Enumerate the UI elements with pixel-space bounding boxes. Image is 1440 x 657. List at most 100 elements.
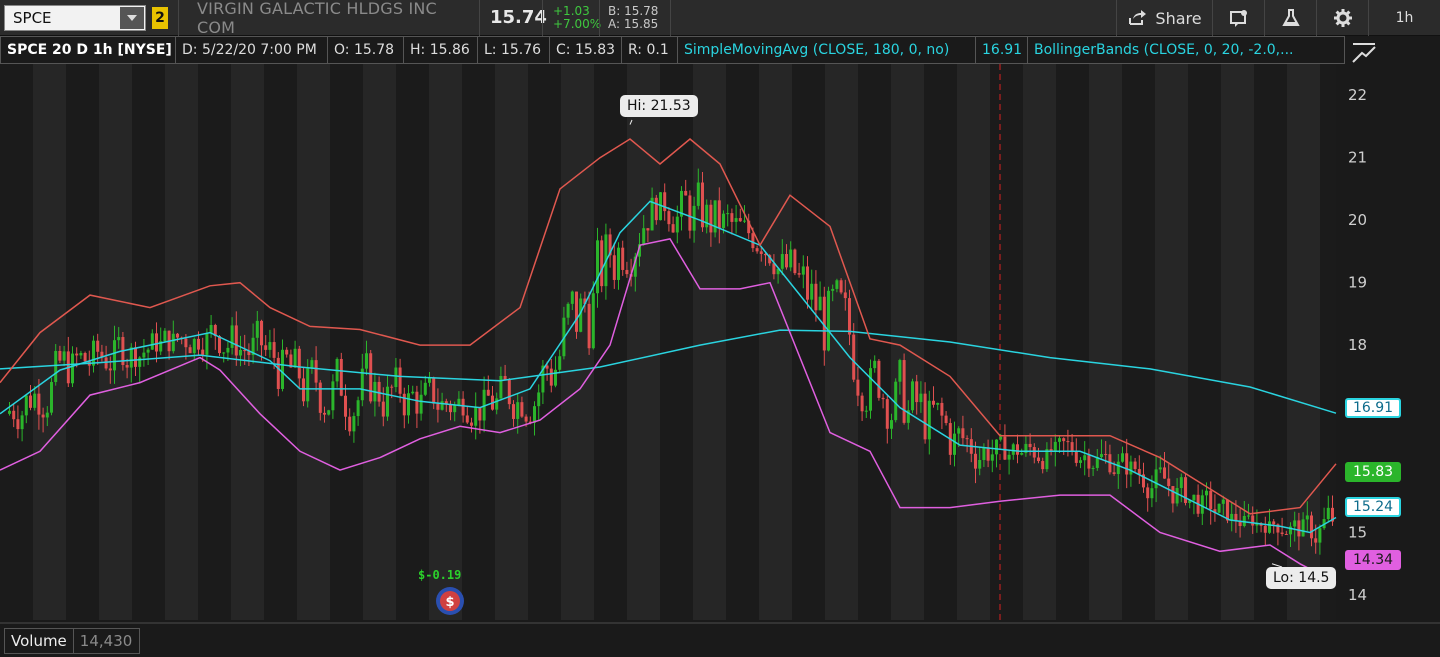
candle-body <box>390 386 394 388</box>
candle-body <box>1217 503 1221 513</box>
candle-body <box>625 269 629 275</box>
candle-body <box>520 402 524 417</box>
candle-body <box>1066 441 1070 443</box>
candle-body <box>1192 494 1196 501</box>
sma-study-value: 16.91 <box>976 36 1028 64</box>
candle-body <box>33 393 37 408</box>
candle-body <box>999 436 1003 440</box>
price-chart[interactable]: 2221201918161514 16.91 15.83 15.24 14.34… <box>0 64 1440 620</box>
ask-price: A: 15.85 <box>608 16 659 31</box>
candle-body <box>898 360 902 382</box>
candle-body <box>398 367 402 394</box>
candle-body <box>873 360 877 369</box>
candle-body <box>537 392 541 407</box>
candle-body <box>1247 515 1250 517</box>
candle-body <box>37 393 41 415</box>
settings-button[interactable] <box>1316 0 1368 36</box>
candle-body <box>192 338 196 354</box>
price-tick-label: 15 <box>1348 524 1367 542</box>
candle-body <box>818 296 822 311</box>
dividend-icon[interactable]: $ <box>432 585 468 617</box>
candle-body <box>302 378 305 402</box>
candle-body <box>743 220 746 222</box>
candle-body <box>54 350 58 383</box>
session-stripe <box>660 64 693 620</box>
link-group-badge[interactable]: 2 <box>152 6 168 29</box>
candle-body <box>923 393 927 440</box>
session-stripe <box>726 64 759 620</box>
candle-body <box>890 420 893 429</box>
candle-body <box>835 280 839 289</box>
bollinger-study-label[interactable]: BollingerBands (CLOSE, 0, 20, -2.0,... <box>1028 36 1345 64</box>
candle-body <box>386 386 389 417</box>
candle-body <box>1070 442 1074 452</box>
candle-body <box>226 347 230 353</box>
candle-body <box>995 439 998 455</box>
candle-body <box>793 249 797 274</box>
candle-body <box>184 338 188 348</box>
candle-body <box>8 410 11 414</box>
candle-body <box>554 369 557 386</box>
candle-body <box>654 197 658 221</box>
candle-body <box>797 273 801 275</box>
low-marker-bubble: Lo: 14.5 <box>1266 567 1337 589</box>
candle-body <box>260 320 263 346</box>
candle-body <box>205 333 209 355</box>
drawing-tool-icon[interactable] <box>1350 38 1378 66</box>
candle-body <box>612 255 616 280</box>
candle-body <box>587 303 591 349</box>
candle-body <box>79 352 83 356</box>
candle-body <box>268 342 272 350</box>
candle-body <box>1053 441 1057 452</box>
candle-body <box>709 204 713 233</box>
candle-body <box>1087 455 1091 469</box>
candle-body <box>570 291 574 304</box>
candle-body <box>684 190 688 196</box>
sma-study-label[interactable]: SimpleMovingAvg (CLOSE, 180, 0, no) <box>678 36 976 64</box>
svg-text:$: $ <box>445 595 454 610</box>
last-price: 15.74 <box>490 7 547 28</box>
session-stripe <box>297 64 330 620</box>
session-stripe <box>462 64 495 620</box>
candle-body <box>1146 487 1150 499</box>
share-button[interactable]: Share <box>1116 0 1212 36</box>
candle-body <box>1272 521 1276 525</box>
candle-body <box>415 391 419 414</box>
candle-body <box>730 213 734 222</box>
candle-body <box>348 416 352 432</box>
message-button[interactable] <box>1212 0 1264 36</box>
candle-body <box>646 228 650 231</box>
candle-body <box>1263 525 1267 533</box>
candle-body <box>171 333 175 352</box>
candle-body <box>176 333 179 338</box>
session-stripe <box>396 64 429 620</box>
session-stripe <box>957 64 990 620</box>
studies-button[interactable] <box>1264 0 1316 36</box>
candle-body <box>239 349 242 356</box>
volume-label-box[interactable]: Volume 14,430 <box>4 628 140 654</box>
candle-body <box>894 381 898 421</box>
candle-body <box>344 395 347 417</box>
candle-body <box>1205 490 1208 496</box>
price-tick-label: 14 <box>1348 586 1367 604</box>
symbol-selector[interactable]: SPCE <box>4 4 146 31</box>
candle-body <box>436 403 440 410</box>
chevron-down-icon[interactable] <box>120 6 144 29</box>
candle-body <box>810 283 814 300</box>
candle-body <box>1129 461 1133 475</box>
session-stripe <box>1254 64 1287 620</box>
timeframe-button[interactable]: 1h <box>1368 0 1440 36</box>
candle-body <box>738 218 742 222</box>
session-stripe <box>627 64 660 620</box>
candle-body <box>919 393 923 403</box>
candle-body <box>986 447 990 461</box>
candle-body <box>499 375 503 399</box>
bar-low: L: 15.76 <box>478 36 550 64</box>
candle-body <box>41 414 45 418</box>
candle-body <box>1079 460 1082 463</box>
candle-body <box>1058 438 1061 442</box>
candle-body <box>591 293 595 349</box>
volume-label: Volume <box>5 629 74 653</box>
candle-body <box>83 352 87 362</box>
close-price-tag: 15.83 <box>1345 462 1401 482</box>
